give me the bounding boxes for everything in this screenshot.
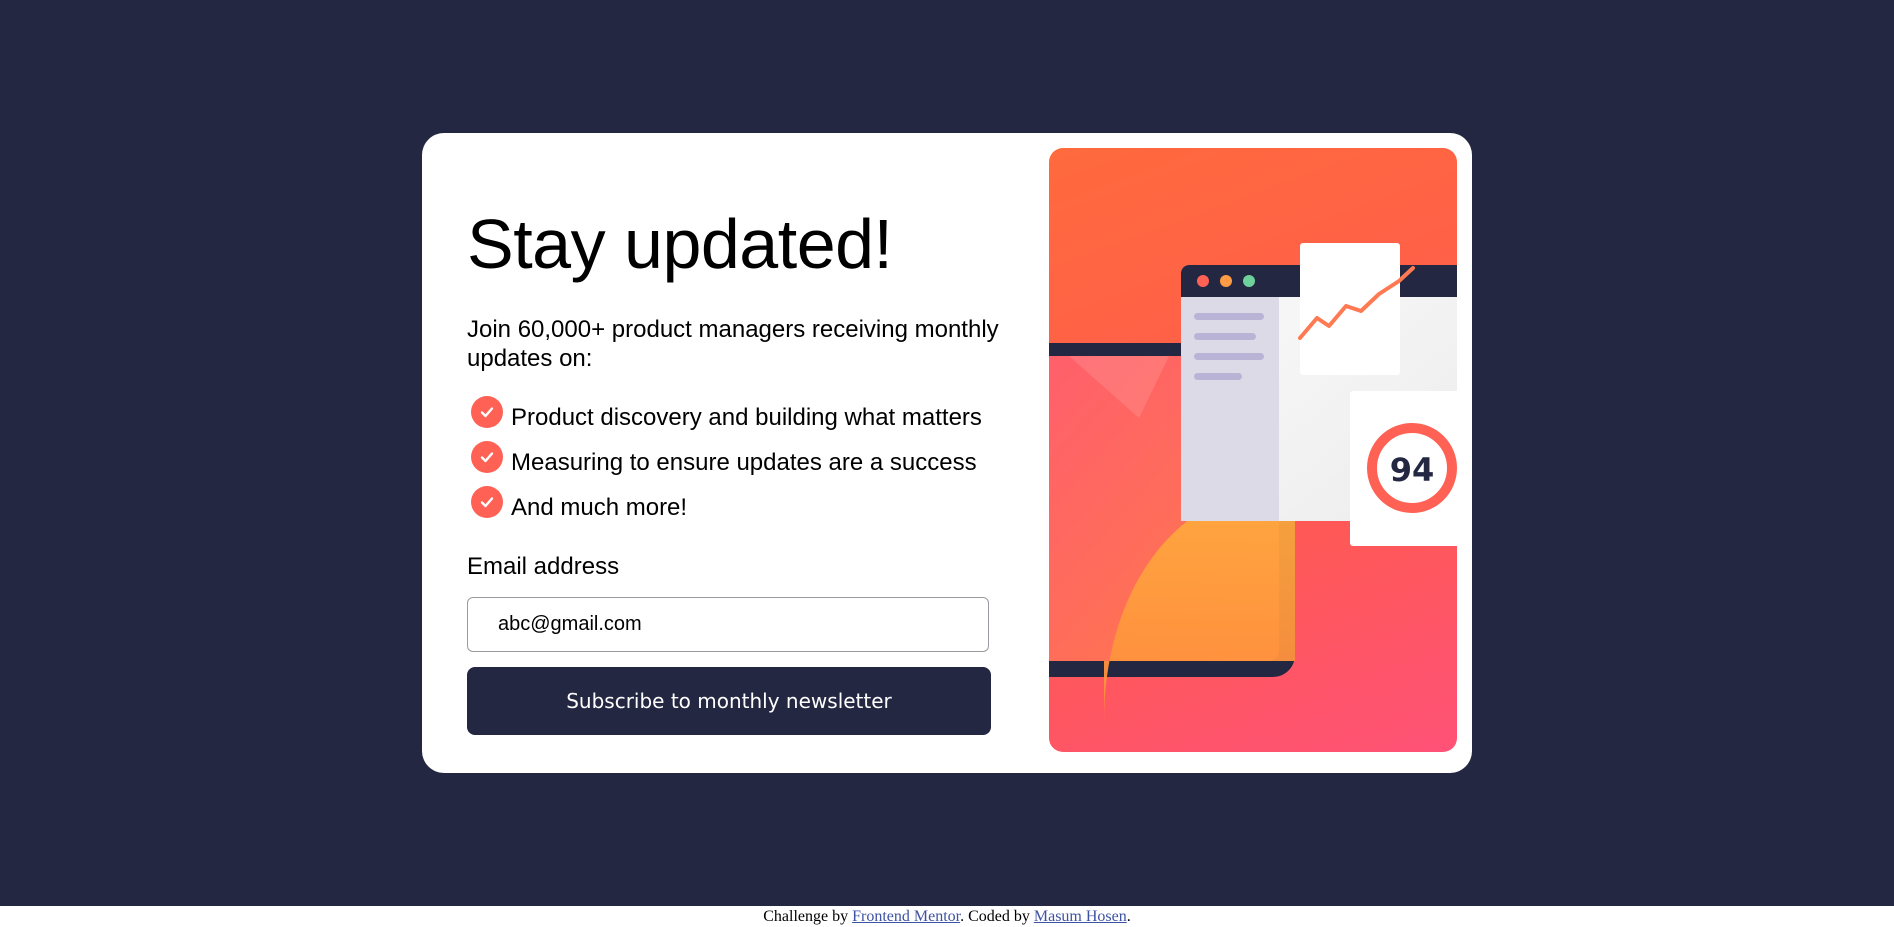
score-value: 94 [1390,451,1435,489]
email-field[interactable] [467,597,989,652]
author-link[interactable]: Masum Hosen [1034,908,1127,925]
list-item: And much more! [467,486,982,538]
check-icon [471,441,503,473]
check-icon [471,486,503,518]
footer-middle: . Coded by [960,908,1034,925]
feature-text: Measuring to ensure updates are a succes… [511,449,977,476]
footer-prefix: Challenge by [763,908,853,925]
frontend-mentor-link[interactable]: Frontend Mentor [852,908,960,925]
page-title: Stay updated! [467,205,893,283]
attribution-footer: Challenge by Frontend Mentor. Coded by M… [0,906,1894,927]
footer-suffix: . [1126,908,1131,925]
feature-text: And much more! [511,494,688,521]
newsletter-card: Stay updated! Join 60,000+ product manag… [422,133,1472,773]
subscribe-button[interactable]: Subscribe to monthly newsletter [467,667,991,735]
list-item: Measuring to ensure updates are a succes… [467,441,982,493]
list-item: Product discovery and building what matt… [467,396,982,448]
feature-text: Product discovery and building what matt… [511,404,982,431]
hero-illustration: 94 [1049,148,1457,752]
feature-list: Product discovery and building what matt… [467,396,982,538]
intro-text: Join 60,000+ product managers receiving … [467,316,999,372]
dashboard-illustration: 94 [1049,243,1457,723]
page-background: Stay updated! Join 60,000+ product manag… [0,0,1894,906]
email-label: Email address [467,553,620,580]
window-dot [1220,275,1232,287]
check-icon [471,396,503,428]
window-dot [1243,275,1255,287]
window-dot [1197,275,1209,287]
